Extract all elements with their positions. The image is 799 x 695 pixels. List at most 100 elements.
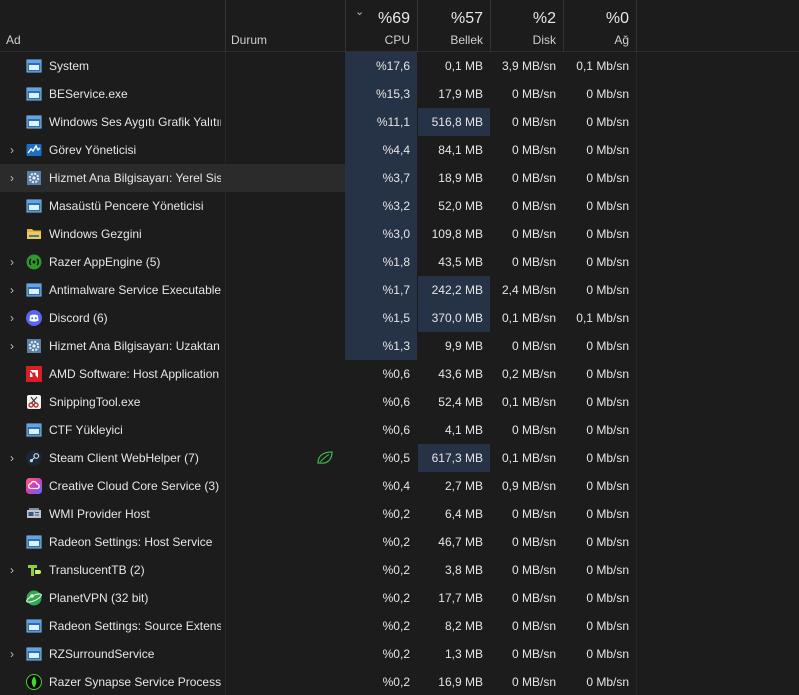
app-window-icon [26, 422, 42, 438]
process-list: System %17,6 0,1 MB 3,9 MB/sn 0,1 Mb/sn BESer… [0, 52, 799, 695]
disk-cell: 0 MB/sn [511, 535, 556, 549]
process-name: AMD Software: Host Application [49, 367, 220, 381]
expand-chevron-icon[interactable]: › [7, 311, 17, 325]
column-header-name[interactable]: Ad [0, 0, 225, 52]
razer-synapse-icon [26, 674, 42, 690]
memory-cell: 43,5 MB [438, 255, 483, 269]
disk-cell: 0 MB/sn [511, 647, 556, 661]
process-row[interactable]: Windows Ses Aygıtı Grafik Yalıtımı %11,1 5… [0, 108, 799, 136]
cpu-cell: %0,2 [382, 675, 410, 689]
process-row[interactable]: Creative Cloud Core Service (3) %0,4 2,7 M… [0, 472, 799, 500]
process-name: Windows Ses Aygıtı Grafik Yalıtımı [49, 115, 221, 129]
memory-total-percent: %57 [450, 10, 483, 27]
process-row[interactable]: › Antimalware Service Executable %1,7 242,2… [0, 276, 799, 304]
column-header-disk[interactable]: %2 Disk [491, 0, 563, 52]
process-row[interactable]: › TranslucentTB (2) %0,2 3,8 MB 0 MB/sn 0 Mb/… [0, 556, 799, 584]
disk-cell: 3,9 MB/sn [501, 59, 556, 73]
process-name: Radeon Settings: Host Service [49, 535, 213, 549]
expand-chevron-icon[interactable]: › [7, 255, 17, 269]
expand-chevron-icon[interactable]: › [7, 451, 17, 465]
cpu-cell: %3,7 [345, 164, 417, 192]
cpu-cell: %3,2 [345, 192, 417, 220]
memory-cell: 16,9 MB [438, 675, 483, 689]
expand-chevron-icon[interactable]: › [7, 171, 17, 185]
memory-cell: 8,2 MB [444, 619, 483, 633]
column-header-network[interactable]: %0 Ağ [564, 0, 636, 52]
network-cell: 0 Mb/sn [586, 367, 629, 381]
network-cell: 0 Mb/sn [586, 451, 629, 465]
app-window-icon [26, 618, 42, 634]
process-row[interactable]: › RZSurroundService %0,2 1,3 MB 0 MB/sn 0 Mb/… [0, 640, 799, 668]
cpu-cell: %0,2 [382, 619, 410, 633]
memory-cell: 0,1 MB [444, 59, 483, 73]
process-row[interactable]: Windows Gezgini %3,0 109,8 MB 0 MB/sn 0 Mb/s… [0, 220, 799, 248]
process-row[interactable]: CTF Yükleyici %0,6 4,1 MB 0 MB/sn 0 Mb/sn [0, 416, 799, 444]
process-row[interactable]: Radeon Settings: Host Service %0,2 46,7 MB… [0, 528, 799, 556]
disk-cell: 0,1 MB/sn [501, 395, 556, 409]
column-network-label: Ağ [614, 33, 629, 47]
process-name: Antimalware Service Executable [49, 283, 221, 297]
process-row[interactable]: › Steam Client WebHelper (7) %0,5 617,3 MB 0… [0, 444, 799, 472]
expand-chevron-icon[interactable]: › [7, 339, 17, 353]
expand-chevron-icon[interactable]: › [7, 143, 17, 157]
memory-cell: 84,1 MB [438, 143, 483, 157]
app-window-icon [26, 114, 42, 130]
cpu-cell: %1,7 [345, 276, 417, 304]
process-row[interactable]: WMI Provider Host %0,2 6,4 MB 0 MB/sn 0 Mb/s… [0, 500, 799, 528]
column-header-memory[interactable]: %57 Bellek [418, 0, 490, 52]
cpu-cell: %15,3 [345, 80, 417, 108]
process-row[interactable]: AMD Software: Host Application %0,6 43,6 M… [0, 360, 799, 388]
process-row[interactable]: SnippingTool.exe %0,6 52,4 MB 0,1 MB/sn 0 Mb… [0, 388, 799, 416]
network-cell: 0 Mb/sn [586, 255, 629, 269]
column-header-cpu[interactable]: %69 CPU [346, 0, 417, 52]
network-cell: 0 Mb/sn [586, 87, 629, 101]
app-window-icon [26, 282, 42, 298]
translucenttb-icon [26, 562, 42, 578]
task-manager-icon [26, 142, 42, 158]
process-row[interactable]: BEService.exe %15,3 17,9 MB 0 MB/sn 0 Mb/sn [0, 80, 799, 108]
network-cell: 0 Mb/sn [586, 591, 629, 605]
process-row[interactable]: Masaüstü Pencere Yöneticisi %3,2 52,0 MB 0 … [0, 192, 799, 220]
process-name: Radeon Settings: Source Extension [49, 619, 221, 633]
process-row[interactable]: › Discord (6) %1,5 370,0 MB 0,1 MB/sn 0,1 Mb/… [0, 304, 799, 332]
column-memory-label: Bellek [450, 33, 483, 47]
expand-chevron-icon[interactable]: › [7, 563, 17, 577]
disk-cell: 0 MB/sn [511, 115, 556, 129]
process-row[interactable]: PlanetVPN (32 bit) %0,2 17,7 MB 0 MB/sn 0 Mb… [0, 584, 799, 612]
creative-cloud-icon [26, 478, 42, 494]
process-name: Razer Synapse Service Process [49, 675, 221, 689]
memory-cell: 52,4 MB [438, 395, 483, 409]
process-row[interactable]: System %17,6 0,1 MB 3,9 MB/sn 0,1 Mb/sn [0, 52, 799, 80]
process-row[interactable]: › Razer AppEngine (5) %1,8 43,5 MB 0 MB/sn 0 … [0, 248, 799, 276]
process-name: CTF Yükleyici [49, 423, 123, 437]
process-row[interactable]: Razer Synapse Service Process %0,2 16,9 MB… [0, 668, 799, 695]
expand-chevron-icon[interactable]: › [7, 283, 17, 297]
wmi-icon [26, 506, 42, 522]
process-row[interactable]: › Hizmet Ana Bilgisayarı: Uzaktan Yordam … [0, 332, 799, 360]
network-cell: 0 Mb/sn [586, 171, 629, 185]
process-name: Creative Cloud Core Service (3) [49, 479, 220, 493]
process-row[interactable]: › Görev Yöneticisi %4,4 84,1 MB 0 MB/sn 0 Mb/… [0, 136, 799, 164]
column-disk-label: Disk [532, 33, 556, 47]
column-divider[interactable] [636, 0, 637, 52]
gear-icon [26, 170, 42, 186]
disk-cell: 0,1 MB/sn [501, 311, 556, 325]
disk-cell: 0 MB/sn [511, 563, 556, 577]
process-row[interactable]: › Hizmet Ana Bilgisayarı: Yerel Sistem %3,… [0, 164, 799, 192]
network-cell: 0 Mb/sn [586, 423, 629, 437]
network-cell: 0 Mb/sn [586, 227, 629, 241]
column-name-label: Ad [6, 33, 21, 47]
process-name: PlanetVPN (32 bit) [49, 591, 149, 605]
process-name: Görev Yöneticisi [49, 143, 137, 157]
process-row[interactable]: Radeon Settings: Source Extension %0,2 8,2… [0, 612, 799, 640]
memory-cell: 617,3 MB [418, 444, 490, 472]
column-header-status[interactable]: Durum [226, 0, 345, 52]
app-window-icon [26, 86, 42, 102]
process-name: TranslucentTB (2) [49, 563, 145, 577]
memory-cell: 370,0 MB [418, 304, 490, 332]
disk-cell: 0 MB/sn [511, 619, 556, 633]
app-window-icon [26, 646, 42, 662]
column-status-label: Durum [231, 33, 268, 47]
expand-chevron-icon[interactable]: › [7, 647, 17, 661]
network-cell: 0 Mb/sn [586, 479, 629, 493]
